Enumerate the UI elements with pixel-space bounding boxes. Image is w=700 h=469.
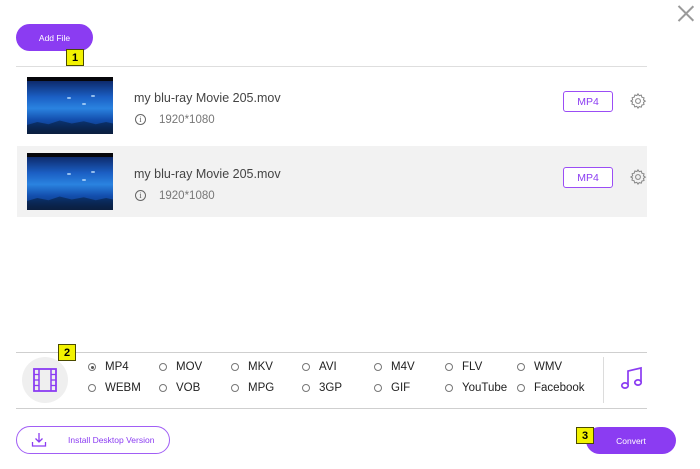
radio[interactable] [302,384,310,392]
step-badge-1: 1 [66,49,84,66]
file-name: my blu-ray Movie 205.mov [134,167,281,181]
radio[interactable] [159,384,167,392]
radio[interactable] [159,363,167,371]
output-format-button[interactable]: MP4 [563,91,613,112]
radio[interactable] [374,384,382,392]
gear-icon[interactable] [629,92,647,110]
file-row[interactable]: my blu-ray Movie 205.mov i 1920*1080 MP4 [17,70,647,141]
format-option-gif[interactable]: GIF [374,382,410,394]
radio[interactable] [231,384,239,392]
top-divider [16,66,647,67]
format-option-flv[interactable]: FLV [445,361,482,373]
format-option-mp4[interactable]: MP4 [88,361,129,373]
format-option-avi[interactable]: AVI [302,361,337,373]
output-format-button[interactable]: MP4 [563,167,613,188]
file-resolution: 1920*1080 [159,114,215,126]
video-thumbnail [27,77,113,134]
step-badge-2: 2 [58,344,76,361]
format-option-mov[interactable]: MOV [159,361,202,373]
video-format-tab[interactable] [22,357,68,403]
format-bar-bottom-divider [16,408,647,409]
music-note-icon[interactable] [619,366,645,392]
add-file-button[interactable]: Add File [16,24,93,51]
install-desktop-button[interactable]: Install Desktop Version [16,426,170,454]
radio[interactable] [302,363,310,371]
radio[interactable] [517,384,525,392]
format-option-wmv[interactable]: WMV [517,361,562,373]
radio-selected[interactable] [88,363,96,371]
video-thumbnail [27,153,113,210]
radio[interactable] [374,363,382,371]
radio[interactable] [231,363,239,371]
format-option-mkv[interactable]: MKV [231,361,273,373]
format-option-m4v[interactable]: M4V [374,361,415,373]
convert-button[interactable]: Convert [586,427,676,454]
radio[interactable] [88,384,96,392]
close-icon[interactable] [676,3,696,23]
format-option-vob[interactable]: VOB [159,382,200,394]
download-icon [31,433,47,447]
format-option-webm[interactable]: WEBM [88,382,141,394]
format-option-facebook[interactable]: Facebook [517,382,585,394]
info-icon[interactable]: i [135,190,146,201]
step-badge-3: 3 [576,427,594,444]
format-option-3gp[interactable]: 3GP [302,382,342,394]
format-option-youtube[interactable]: YouTube [445,382,507,394]
radio[interactable] [517,363,525,371]
file-resolution: 1920*1080 [159,190,215,202]
info-icon[interactable]: i [135,114,146,125]
file-name: my blu-ray Movie 205.mov [134,91,281,105]
format-option-mpg[interactable]: MPG [231,382,274,394]
gear-icon[interactable] [629,168,647,186]
format-bar-top-divider [16,352,647,353]
film-icon [33,368,57,392]
radio[interactable] [445,363,453,371]
install-desktop-label: Install Desktop Version [68,435,155,445]
radio[interactable] [445,384,453,392]
format-bar-divider [603,357,604,403]
file-row[interactable]: my blu-ray Movie 205.mov i 1920*1080 MP4 [17,146,647,217]
